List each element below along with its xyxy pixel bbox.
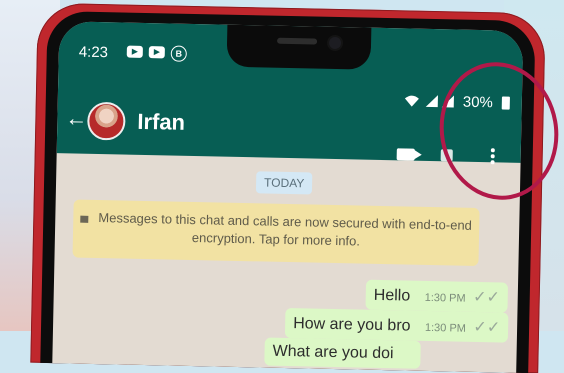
message-bubble[interactable]: Hello 1:30 PM ✓✓ — [365, 279, 509, 313]
encryption-notice-text: Messages to this chat and calls are now … — [98, 210, 473, 249]
message-text: What are you doi — [272, 342, 394, 363]
phone-screen: 4:23 ▶ ▶ B 30% ← Irfan TODAY Messages to… — [52, 21, 524, 373]
lock-icon — [80, 215, 89, 223]
message-time: 1:30 PM — [424, 321, 467, 335]
notch — [226, 24, 372, 70]
speaker — [277, 37, 318, 45]
message-text: How are you bro — [292, 315, 411, 335]
front-camera — [328, 36, 342, 50]
message-time: 1:30 PM — [424, 291, 466, 305]
back-arrow-icon[interactable]: ← — [65, 105, 88, 131]
signal-icon — [425, 94, 438, 108]
message-text: Hello — [373, 286, 411, 305]
encryption-notice[interactable]: Messages to this chat and calls are now … — [72, 199, 480, 267]
wifi-icon — [404, 95, 419, 107]
message-bubble[interactable]: What are you doi — [264, 337, 421, 369]
message-bubble[interactable]: How are you bro 1:30 PM ✓✓ — [284, 307, 509, 343]
status-time: 4:23 — [78, 43, 109, 62]
contact-name[interactable]: Irfan — [137, 109, 185, 136]
double-check-icon: ✓✓ — [472, 288, 501, 307]
youtube-icon: ▶ — [148, 46, 165, 59]
date-chip: TODAY — [255, 171, 313, 195]
double-check-icon: ✓✓ — [473, 318, 501, 337]
phone-bezel: 4:23 ▶ ▶ B 30% ← Irfan TODAY Messages to… — [40, 10, 536, 373]
video-call-icon[interactable] — [396, 148, 415, 161]
youtube-icon: ▶ — [126, 45, 143, 58]
